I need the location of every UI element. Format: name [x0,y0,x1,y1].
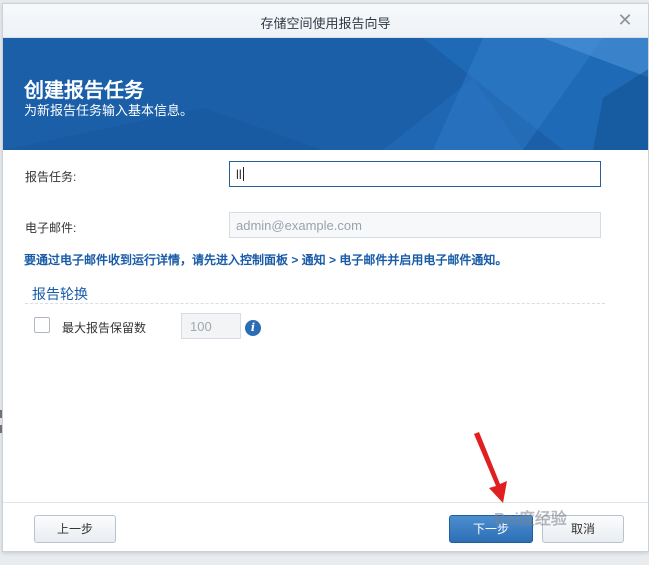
title-bar[interactable]: 存储空间使用报告向导 ✕ [3,4,648,38]
task-name-label: 报告任务: [25,170,77,184]
email-placeholder: admin@example.com [236,217,362,233]
email-input[interactable]: admin@example.com [229,212,601,238]
banner-heading: 创建报告任务 [24,80,144,102]
email-label: 电子邮件: [25,221,77,235]
cancel-button[interactable]: 取消 [542,515,624,543]
max-reports-checkbox[interactable] [34,317,50,333]
max-reports-input[interactable]: 100 [181,313,241,339]
dialog-title: 存储空间使用报告向导 [260,16,391,31]
next-button[interactable]: 下一步 [449,515,533,543]
task-name-value: ll [236,166,242,182]
rotation-section-title: 报告轮换 [32,286,88,302]
close-icon[interactable]: ✕ [616,11,634,29]
section-divider [25,303,605,304]
wizard-dialog: 存储空间使用报告向导 ✕ 创建报告任务 为新报告任务输入基本信息。 报告任务: … [2,3,649,552]
previous-button[interactable]: 上一步 [34,515,116,543]
email-notice: 要通过电子邮件收到运行详情，请先进入控制面板 > 通知 > 电子邮件并启用电子邮… [24,253,508,267]
header-banner: 创建报告任务 为新报告任务输入基本信息。 [3,38,648,150]
max-reports-label: 最大报告保留数 [62,321,147,335]
max-reports-value: 100 [190,318,212,334]
text-cursor [242,167,244,181]
task-name-input[interactable]: ll [229,161,601,187]
banner-subheading: 为新报告任务输入基本信息。 [24,103,194,118]
info-icon[interactable]: i [245,320,261,336]
footer-divider [3,502,648,503]
